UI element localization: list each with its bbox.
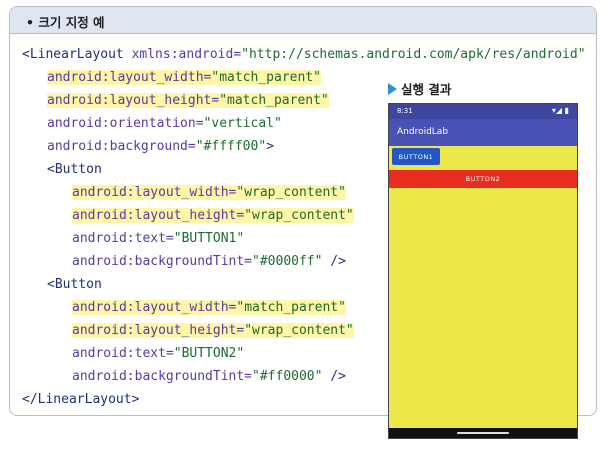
code-tag-end: /> [322,369,346,384]
code-line-4: android:orientation="vertical" [47,115,282,132]
panel-header: • 크기 지정 예 [10,7,596,34]
code-value: "http://schemas.android.com/apk/res/andr… [241,47,586,62]
code-value: "vertical" [203,116,282,131]
code-line-15: android:backgroundTint="#ff0000" /> [72,368,346,385]
code-value: "match_parent" [219,93,329,108]
code-tag: <Button [47,162,102,177]
code-tag: </LinearLayout> [22,392,140,407]
code-attr: android:layout_height= [47,93,220,108]
app-bar: AndroidLab [389,119,577,146]
code-value: "#ff0000" [252,369,323,384]
code-attr: android:layout_width= [72,300,237,315]
code-value: "#ffff00" [195,139,267,154]
code-line-6: <Button [47,161,102,178]
code-line-7: android:layout_width="wrap_content" [72,184,346,201]
code-line-14: android:text="BUTTON2" [72,345,244,362]
code-attr: android:orientation= [47,116,204,131]
code-attr: android:text= [72,346,174,361]
phone-screen: 8:31 ▾◢ ▮ AndroidLab BUTTON1 BUTTON2 [388,103,578,439]
code-line-5: android:background="#ffff00"> [47,138,274,155]
code-tag: <LinearLayout [22,47,132,62]
code-attr: android:layout_height= [72,208,245,223]
code-value: "BUTTON2" [173,346,245,361]
code-line-12: android:layout_width="match_parent" [72,299,346,316]
code-attr: android:background= [47,139,196,154]
code-line-3: android:layout_height="match_parent" [47,92,329,109]
code-line-2: android:layout_width="match_parent" [47,69,321,86]
code-value: "BUTTON1" [173,231,245,246]
code-value: "match_parent" [236,300,346,315]
code-attr: android:layout_width= [72,185,237,200]
code-tag: <Button [47,277,102,292]
code-attr: xmlns:android= [131,47,242,62]
code-value: "#0000ff" [252,254,323,269]
panel-title: • 크기 지정 예 [26,15,105,30]
code-line-16: </LinearLayout> [22,391,139,408]
code-attr: android:layout_height= [72,323,245,338]
code-line-13: android:layout_height="wrap_content" [72,322,354,339]
code-value: "wrap_content" [244,323,354,338]
button2[interactable]: BUTTON2 [389,170,577,188]
code-value: "wrap_content" [236,185,346,200]
code-attr: android:layout_width= [47,70,212,85]
code-line-11: <Button [47,276,102,293]
result-label-text: 실행 결과 [401,82,452,97]
code-line-8: android:layout_height="wrap_content" [72,207,354,224]
play-arrow-icon [388,83,397,95]
home-gesture-handle[interactable] [457,432,509,434]
navigation-bar [389,428,577,438]
status-time: 8:31 [397,107,413,115]
result-label: 실행 결과 [388,79,451,98]
code-attr: android:text= [72,231,174,246]
button1[interactable]: BUTTON1 [392,148,440,165]
code-value: "match_parent" [211,70,321,85]
code-tag-end: > [266,139,274,154]
code-attr: android:backgroundTint= [72,254,253,269]
code-line-1: <LinearLayout xmlns:android="http://sche… [22,46,586,63]
status-bar: 8:31 ▾◢ ▮ [389,104,577,119]
code-line-10: android:backgroundTint="#0000ff" /> [72,253,346,270]
code-tag-end: /> [322,254,346,269]
app-title: AndroidLab [397,127,449,137]
code-line-9: android:text="BUTTON1" [72,230,244,247]
code-value: "wrap_content" [244,208,354,223]
signal-battery-icon: ▾◢ ▮ [551,106,569,115]
code-attr: android:backgroundTint= [72,369,253,384]
